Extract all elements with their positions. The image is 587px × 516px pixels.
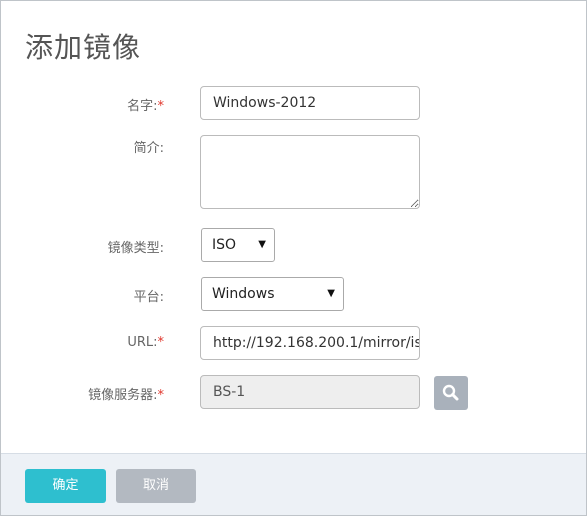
url-label: URL:* [127,335,164,350]
name-required-mark: * [157,99,165,114]
url-required-mark: * [157,335,165,350]
dialog-title: 添加镜像 [25,31,142,64]
image-type-label: 镜像类型: [107,241,164,256]
name-label-text: 名字: [127,99,158,114]
name-label: 名字:* [127,95,164,114]
ok-button[interactable]: 确定 [25,469,106,503]
name-input[interactable]: Windows-2012 [200,86,420,120]
backup-storage-label: 镜像服务器:* [88,384,164,403]
platform-select[interactable]: Windows ▼ [201,277,344,311]
url-input[interactable]: http://192.168.200.1/mirror/iso/ [200,326,420,360]
backup-storage-label-text: 镜像服务器: [88,388,158,403]
image-type-select[interactable]: ISO ▼ [201,228,275,262]
platform-value: Windows [212,286,275,302]
backup-storage-input: BS-1 [200,375,420,409]
chevron-down-icon: ▼ [258,239,266,250]
chevron-down-icon: ▼ [327,288,335,299]
backup-storage-search-button[interactable] [434,376,468,410]
search-icon [442,384,459,401]
platform-label: 平台: [133,290,164,305]
cancel-button[interactable]: 取消 [116,469,196,503]
add-image-dialog: 添加镜像 名字:* Windows-2012 简介: 镜像类型: ISO ▼ 平… [0,0,587,516]
image-type-value: ISO [212,237,237,253]
backup-storage-required-mark: * [157,388,165,403]
dialog-footer: 确定 取消 [1,453,586,515]
description-label: 简介: [133,141,164,156]
url-label-text: URL: [127,335,158,350]
description-textarea[interactable] [200,135,420,209]
